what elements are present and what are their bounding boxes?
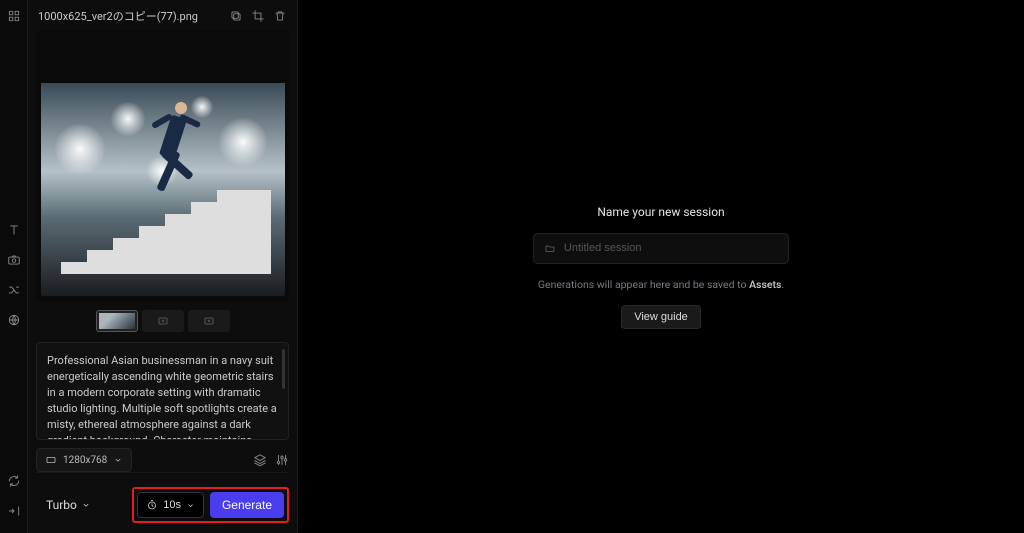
- bottom-action-row: Turbo 10s Generate: [36, 472, 289, 523]
- generate-button[interactable]: Generate: [210, 492, 284, 518]
- collapse-icon[interactable]: [6, 503, 22, 519]
- refresh-icon[interactable]: [6, 473, 22, 489]
- globe-icon[interactable]: [6, 312, 22, 328]
- thumbnail-row: [36, 310, 289, 332]
- folder-icon: [544, 242, 556, 255]
- view-guide-button[interactable]: View guide: [621, 305, 701, 329]
- main-canvas: Name your new session Generations will a…: [298, 0, 1024, 533]
- trash-icon[interactable]: [273, 9, 287, 23]
- preview-image[interactable]: [41, 36, 285, 296]
- highlighted-controls: 10s Generate: [132, 487, 289, 523]
- hint-text: Generations will appear here and be save…: [538, 278, 784, 291]
- camera-icon[interactable]: [6, 252, 22, 268]
- file-name: 1000x625_ver2のコピー(77).png: [38, 8, 221, 24]
- thumbnail-add-2[interactable]: [188, 310, 230, 332]
- resolution-label: 1280x768: [63, 455, 107, 466]
- session-name-input[interactable]: [564, 242, 778, 254]
- copy-icon[interactable]: [229, 9, 243, 23]
- session-name-field[interactable]: [533, 233, 789, 264]
- left-tool-rail: [0, 0, 28, 533]
- duration-label: 10s: [163, 499, 181, 511]
- crop-icon[interactable]: [251, 9, 265, 23]
- grid-icon[interactable]: [6, 8, 22, 24]
- prompt-textarea[interactable]: Professional Asian businessman in a navy…: [36, 342, 289, 440]
- text-icon[interactable]: [6, 222, 22, 238]
- thumbnail-add-1[interactable]: [142, 310, 184, 332]
- sliders-icon[interactable]: [275, 453, 289, 467]
- prompt-text: Professional Asian businessman in a navy…: [47, 354, 277, 440]
- layers-icon[interactable]: [253, 453, 267, 467]
- duration-button[interactable]: 10s: [137, 492, 204, 518]
- resolution-row: 1280x768: [36, 448, 289, 472]
- thumbnail-1[interactable]: [96, 310, 138, 332]
- file-header: 1000x625_ver2のコピー(77).png: [36, 6, 289, 30]
- scrollbar-indicator[interactable]: [282, 349, 285, 389]
- resolution-selector[interactable]: 1280x768: [36, 448, 132, 472]
- model-selector[interactable]: Turbo: [36, 492, 101, 518]
- preview-container: [36, 30, 289, 302]
- session-title-label: Name your new session: [597, 205, 724, 219]
- generation-panel: 1000x625_ver2のコピー(77).png: [28, 0, 298, 533]
- shuffle-icon[interactable]: [6, 282, 22, 298]
- model-label: Turbo: [46, 498, 77, 512]
